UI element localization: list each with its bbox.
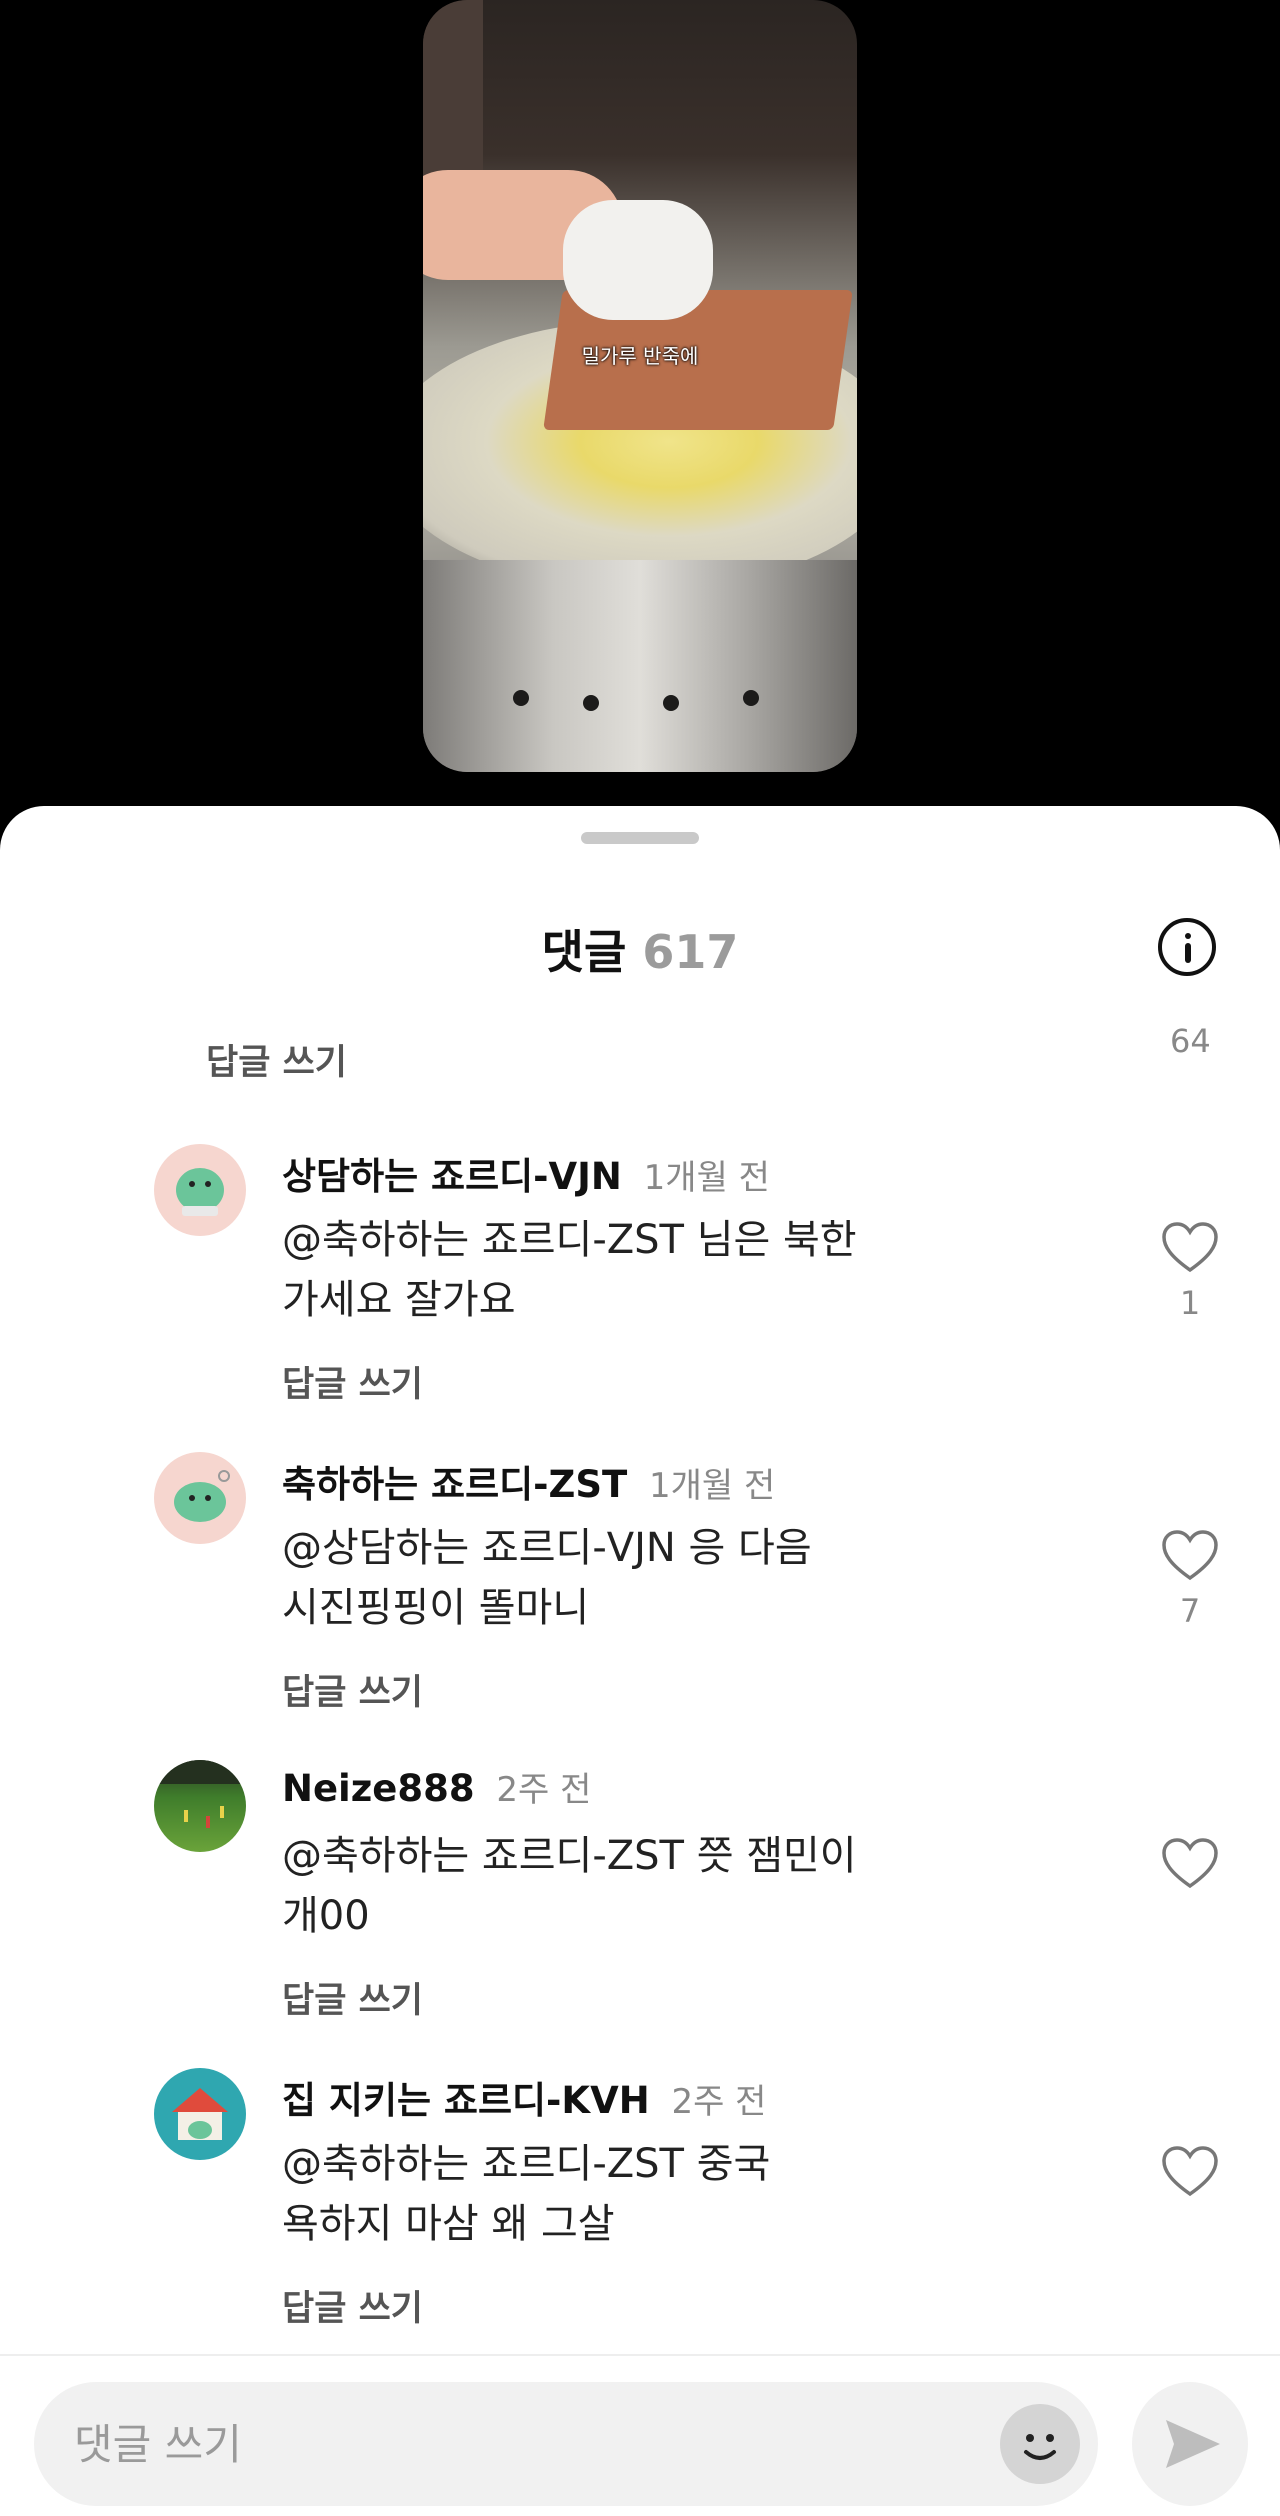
comment-item: Neize888 2주 전 @축하하는 죠르디-ZST 쯧 잼민이 개00 답글… <box>0 1760 1280 2060</box>
heart-icon[interactable] <box>1160 2144 1220 2200</box>
comment-header: 집 지키는 죠르디-KVH 2주 전 <box>282 2070 766 2124</box>
pot-shape <box>423 560 857 772</box>
comment-item: 상담하는 죠르디-VJN 1개월 전 @축하하는 죠르디-ZST 님은 북한 가… <box>0 1144 1280 1444</box>
glove-shape <box>563 200 713 320</box>
apron-shape <box>423 0 483 180</box>
comment-item: 집 지키는 죠르디-KVH 2주 전 @축하하는 죠르디-ZST 중국 욕하지 … <box>0 2068 1280 2368</box>
comment-text-line: 시진핑핑이 똘마니 <box>282 1585 590 1631</box>
reply-button[interactable]: 답글 쓰기 <box>282 2280 423 2331</box>
comments-sheet: 댓글 617 답글 쓰기 64 상담하는 죠르디-VJN 1개월 전 @축하하는… <box>0 806 1280 2516</box>
comment-header: 축하하는 죠르디-ZST 1개월 전 <box>282 1454 775 1508</box>
heart-icon[interactable] <box>1160 1836 1220 1892</box>
comment-text-line: @축하하는 죠르디-ZST 중국 <box>282 2141 771 2187</box>
comment-text: @축하하는 죠르디-ZST 쯧 잼민이 개00 <box>282 1826 942 1946</box>
comment-text: @축하하는 죠르디-ZST 님은 북한 가세요 잘가요 <box>282 1210 942 1330</box>
comment-author[interactable]: 상담하는 죠르디-VJN <box>282 1155 622 1198</box>
info-icon[interactable] <box>1158 918 1216 976</box>
comment-text-line: @축하하는 죠르디-ZST 쯧 잼민이 <box>282 1833 857 1879</box>
comment-time: 2주 전 <box>496 1770 592 1810</box>
comment-input[interactable] <box>74 2404 974 2484</box>
video-player[interactable]: 밀가루 반죽에 <box>423 0 857 772</box>
comment-header: 상담하는 죠르디-VJN 1개월 전 <box>282 1146 770 1200</box>
pot-hole <box>583 695 599 711</box>
reply-button[interactable]: 답글 쓰기 <box>206 1034 347 1085</box>
sheet-title-label: 댓글 <box>541 925 627 979</box>
comment-text-line: 개00 <box>282 1893 370 1939</box>
smiley-icon[interactable] <box>1000 2404 1080 2484</box>
like-count: 64 <box>1170 1022 1211 1060</box>
comment-text: @축하하는 죠르디-ZST 중국 욕하지 마삼 왜 그살 <box>282 2134 942 2254</box>
comment-header: Neize888 2주 전 <box>282 1762 591 1811</box>
soccer-field-avatar-icon[interactable] <box>154 1760 246 1852</box>
comment-author[interactable]: 축하하는 죠르디-ZST <box>282 1463 627 1506</box>
like-count: 1 <box>1179 1284 1201 1322</box>
comment-text-line: 욕하지 마삼 왜 그살 <box>282 2201 615 2247</box>
comment-text-line: 가세요 잘가요 <box>282 1277 516 1323</box>
reply-button[interactable]: 답글 쓰기 <box>282 1664 423 1715</box>
sheet-title: 댓글 617 <box>0 916 1280 982</box>
comment-time: 1개월 전 <box>643 1158 770 1198</box>
info-icon-dot <box>1185 933 1191 939</box>
like-count: 7 <box>1179 1592 1201 1630</box>
jordy-house-avatar-icon[interactable] <box>154 2068 246 2160</box>
pot-hole <box>513 690 529 706</box>
drag-handle[interactable] <box>581 832 699 844</box>
reply-button[interactable]: 답글 쓰기 <box>282 1356 423 1407</box>
pot-hole <box>663 695 679 711</box>
comment-author[interactable]: Neize888 <box>282 1767 475 1810</box>
video-caption: 밀가루 반죽에 <box>581 344 699 368</box>
reply-button[interactable]: 답글 쓰기 <box>282 1972 423 2023</box>
comment-time: 1개월 전 <box>649 1466 776 1506</box>
comment-author[interactable]: 집 지키는 죠르디-KVH <box>282 2079 650 2122</box>
pot-hole <box>743 690 759 706</box>
heart-icon[interactable] <box>1160 1528 1220 1584</box>
comment-composer <box>0 2354 1280 2516</box>
comment-input-container[interactable] <box>34 2382 1098 2506</box>
video-area: 밀가루 반죽에 <box>0 0 1280 806</box>
heart-icon[interactable] <box>1160 1220 1220 1276</box>
comment-text-line: @상담하는 죠르디-VJN 응 다음 <box>282 1525 812 1571</box>
comment-count: 617 <box>642 925 739 979</box>
jordy-pink-avatar-icon[interactable] <box>154 1452 246 1544</box>
send-icon[interactable] <box>1132 2382 1248 2506</box>
comment-time: 2주 전 <box>671 2082 767 2122</box>
jordy-pink-avatar-icon[interactable] <box>154 1144 246 1236</box>
comment-text-line: @축하하는 죠르디-ZST 님은 북한 <box>282 1217 857 1263</box>
comment-text: @상담하는 죠르디-VJN 응 다음 시진핑핑이 똘마니 <box>282 1518 942 1638</box>
info-icon-bar <box>1185 943 1191 963</box>
comment-item: 축하하는 죠르디-ZST 1개월 전 @상담하는 죠르디-VJN 응 다음 시진… <box>0 1452 1280 1752</box>
